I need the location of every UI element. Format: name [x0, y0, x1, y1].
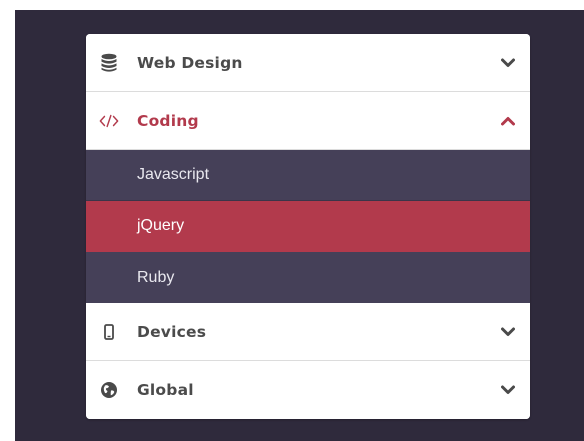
coding-submenu: Javascript jQuery Ruby [86, 150, 530, 303]
chevron-down-icon[interactable] [500, 55, 516, 71]
section-label: Global [137, 381, 194, 399]
section-label: Web Design [137, 53, 243, 72]
section-web-design-header[interactable]: Web Design [86, 34, 530, 92]
chevron-down-icon[interactable] [500, 324, 516, 340]
code-icon [99, 111, 119, 131]
section-global-header[interactable]: Global [86, 361, 530, 419]
chevron-up-icon[interactable] [500, 113, 516, 129]
globe-icon [99, 380, 119, 400]
accordion-menu: Web Design Coding Javascript jQuery Ruby… [86, 34, 530, 419]
chevron-down-icon[interactable] [500, 382, 516, 398]
submenu-item-ruby[interactable]: Ruby [86, 252, 530, 303]
page-background: Web Design Coding Javascript jQuery Ruby… [15, 10, 584, 441]
section-label: Devices [137, 322, 207, 341]
section-label: Coding [137, 111, 199, 130]
mobile-icon [99, 322, 119, 342]
database-icon [99, 53, 119, 73]
submenu-item-jquery[interactable]: jQuery [86, 201, 530, 252]
section-coding-header[interactable]: Coding [86, 92, 530, 150]
submenu-item-javascript[interactable]: Javascript [86, 150, 530, 201]
section-devices-header[interactable]: Devices [86, 303, 530, 361]
